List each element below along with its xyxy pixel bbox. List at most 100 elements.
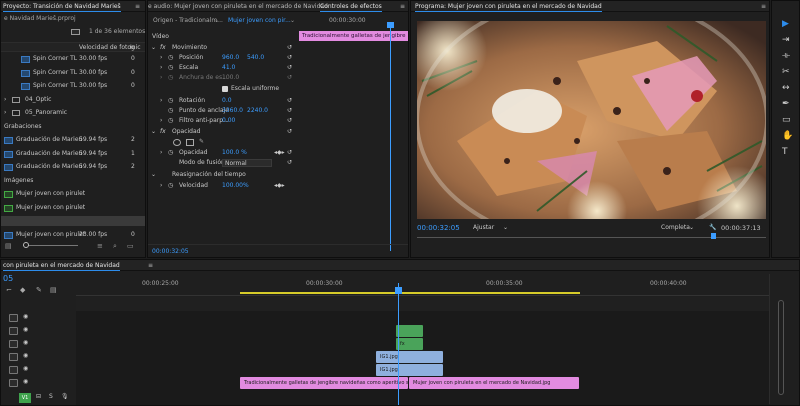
keyframe-nav-icon[interactable]: ◂◆▸ — [274, 181, 285, 191]
program-timecode[interactable]: 00:00:32:05 — [417, 222, 460, 234]
reset-icon[interactable]: ↺ — [287, 43, 292, 53]
program-video-frame[interactable] — [417, 21, 766, 219]
motion-row[interactable]: ⌄ fx Movimiento ↺ — [148, 43, 408, 53]
clip-woman-lollipop[interactable]: Mujer joven con piruleta en el mercado d… — [409, 377, 579, 389]
timeline-vscrollbar[interactable] — [778, 300, 784, 395]
tab-program[interactable]: Programa: Mujer joven con piruleta en el… — [415, 2, 602, 12]
list-item[interactable]: Spin Corner TL 30.00 fps 0 — [1, 68, 145, 78]
expand-arrow-icon[interactable]: › — [4, 108, 6, 118]
lock-icon[interactable] — [9, 353, 18, 361]
ellipse-mask-icon[interactable] — [173, 139, 181, 146]
razor-tool-icon[interactable]: ✂ — [782, 67, 790, 77]
panel-menu-icon[interactable]: ≡ — [400, 2, 405, 12]
clip-green[interactable]: fx — [396, 338, 423, 350]
stopwatch-icon[interactable]: ◷ — [168, 106, 173, 116]
eye-icon[interactable]: ◉ — [23, 365, 28, 372]
hand-tool-icon[interactable]: ✋ — [782, 131, 793, 141]
list-item[interactable] — [1, 216, 145, 226]
rectangle-mask-icon[interactable] — [186, 139, 194, 146]
list-item[interactable]: Spin Corner TL 30.00 fps 0 — [1, 54, 145, 64]
new-bin-icon[interactable]: ▭ — [127, 239, 134, 253]
lock-icon[interactable] — [9, 366, 18, 374]
eye-icon[interactable]: ◉ — [23, 339, 28, 346]
time-remap-row[interactable]: ⌄ Reasignación del tiempo — [148, 170, 408, 180]
slip-tool-icon[interactable]: ↔ — [782, 83, 790, 93]
track-target-v1[interactable]: V1 — [19, 393, 31, 403]
keyframe-nav-icon[interactable]: ◂◆▸ — [274, 148, 285, 158]
stopwatch-icon[interactable]: ◷ — [168, 116, 173, 126]
expand-arrow-icon[interactable]: › — [4, 95, 6, 105]
snap-icon[interactable]: ⌐ — [6, 286, 12, 294]
tab-effect-controls[interactable]: Controles de efectos — [320, 2, 382, 12]
expand-arrow-icon[interactable]: › — [160, 63, 162, 73]
selection-tool-icon[interactable]: ▶ — [782, 19, 789, 29]
lock-icon[interactable] — [9, 327, 18, 335]
speed-value[interactable]: 100.00% — [222, 181, 249, 191]
mute-icon[interactable]: S — [49, 393, 53, 400]
panel-menu-icon[interactable]: ≡ — [148, 261, 153, 271]
panel-menu-icon[interactable]: ≡ — [135, 2, 140, 12]
tab-audio-mixer[interactable]: e audio: Mujer joven con piruleta en el … — [148, 2, 328, 12]
effects-playhead-head[interactable] — [387, 22, 394, 28]
fit-dropdown[interactable]: Ajustar — [473, 222, 494, 234]
eye-icon[interactable]: ◉ — [23, 378, 28, 385]
eye-icon[interactable]: ◉ — [23, 326, 28, 333]
expand-arrow-icon[interactable]: ⌄ — [151, 43, 156, 53]
reset-icon[interactable]: ↺ — [287, 116, 292, 126]
position-y-value[interactable]: 540.0 — [247, 53, 264, 63]
scale-value[interactable]: 41.0 — [222, 63, 235, 73]
expand-arrow-icon[interactable]: › — [160, 53, 162, 63]
reset-icon[interactable]: ↺ — [287, 96, 292, 106]
lock-icon[interactable] — [9, 314, 18, 322]
anchor-x-value[interactable]: 3360.0 — [222, 106, 243, 116]
timeline-timecode[interactable]: 05 — [3, 274, 13, 283]
track-area[interactable]: fx IG1.jpg IG1.jpg Tradicionalmente gall… — [76, 283, 769, 405]
expand-arrow-icon[interactable]: › — [160, 116, 162, 126]
eye-icon[interactable]: ◉ — [23, 352, 28, 359]
wrench-icon[interactable]: ✎ — [36, 286, 42, 294]
reset-icon[interactable]: ↺ — [287, 53, 292, 63]
chevron-down-icon[interactable]: ⌄ — [503, 222, 508, 234]
expand-arrow-icon[interactable]: ⌄ — [151, 127, 156, 137]
captions-icon[interactable]: ▤ — [50, 286, 57, 294]
reset-icon[interactable]: ↺ — [287, 127, 292, 137]
uniform-scale-checkbox[interactable] — [222, 86, 228, 92]
track-select-tool-icon[interactable]: ⇥ — [782, 35, 790, 45]
stopwatch-icon[interactable]: ◷ — [168, 181, 173, 191]
list-item[interactable]: Spin Corner TL 30.00 fps 0 — [1, 81, 145, 91]
rectangle-tool-icon[interactable]: ▭ — [782, 115, 791, 125]
timeline-ruler[interactable]: 00:00:25:00 00:00:30:00 00:00:35:00 00:0… — [76, 274, 769, 296]
lock-icon[interactable] — [9, 379, 18, 387]
flicker-value[interactable]: 0.00 — [222, 116, 235, 126]
list-item[interactable]: Mujer joven con pirulet 23.00 fps 0 — [1, 230, 145, 240]
position-x-value[interactable]: 960.0 — [222, 53, 239, 63]
zoom-slider-handle[interactable] — [23, 242, 29, 248]
list-item[interactable]: Graduación de Marieu 59.94 fps 2 — [1, 135, 145, 145]
clip-cookies[interactable]: Tradicionalmente galletas de jengibre na… — [240, 377, 408, 389]
stopwatch-icon[interactable]: ◷ — [168, 63, 173, 73]
bin-header[interactable]: Imágenes — [1, 176, 145, 186]
ripple-edit-tool-icon[interactable]: ⟛ — [782, 51, 790, 61]
pen-tool-icon[interactable]: ✒ — [782, 99, 790, 109]
stopwatch-icon[interactable]: ◷ — [168, 148, 173, 158]
folder-item[interactable]: › 04_Optic — [1, 95, 145, 105]
opacity-value[interactable]: 100.0 % — [222, 148, 247, 158]
marker-icon[interactable]: ◆ — [20, 286, 25, 294]
list-item[interactable]: Graduación de Marieu 59.94 fps 2 — [1, 162, 145, 172]
folder-item[interactable]: › 05_Panoramic — [1, 108, 145, 118]
clip-green-top[interactable] — [396, 325, 423, 337]
source-label[interactable]: Origen - Tradicionalm... — [153, 16, 223, 26]
list-item[interactable]: Graduación de Marieu 59.94 fps 1 — [1, 149, 145, 159]
clip-image-blue[interactable]: IG1.jpg — [376, 364, 443, 376]
opacity-section-row[interactable]: ⌄ fx Opacidad ↺ — [148, 127, 408, 137]
quality-dropdown[interactable]: Completa — [661, 222, 690, 234]
bin-header[interactable]: Grabaciones — [1, 122, 145, 132]
reset-icon[interactable]: ↺ — [287, 158, 292, 168]
clip-image-blue[interactable]: IG1.jpg — [376, 351, 443, 363]
stopwatch-icon[interactable]: ◷ — [168, 96, 173, 106]
expand-arrow-icon[interactable]: › — [160, 181, 162, 191]
sync-lock-icon[interactable]: ⊟ — [36, 393, 41, 400]
blend-dropdown[interactable]: Normal — [222, 159, 272, 167]
list-item[interactable]: Mujer joven con pirulet — [1, 189, 145, 199]
reset-icon[interactable]: ↺ — [287, 106, 292, 116]
